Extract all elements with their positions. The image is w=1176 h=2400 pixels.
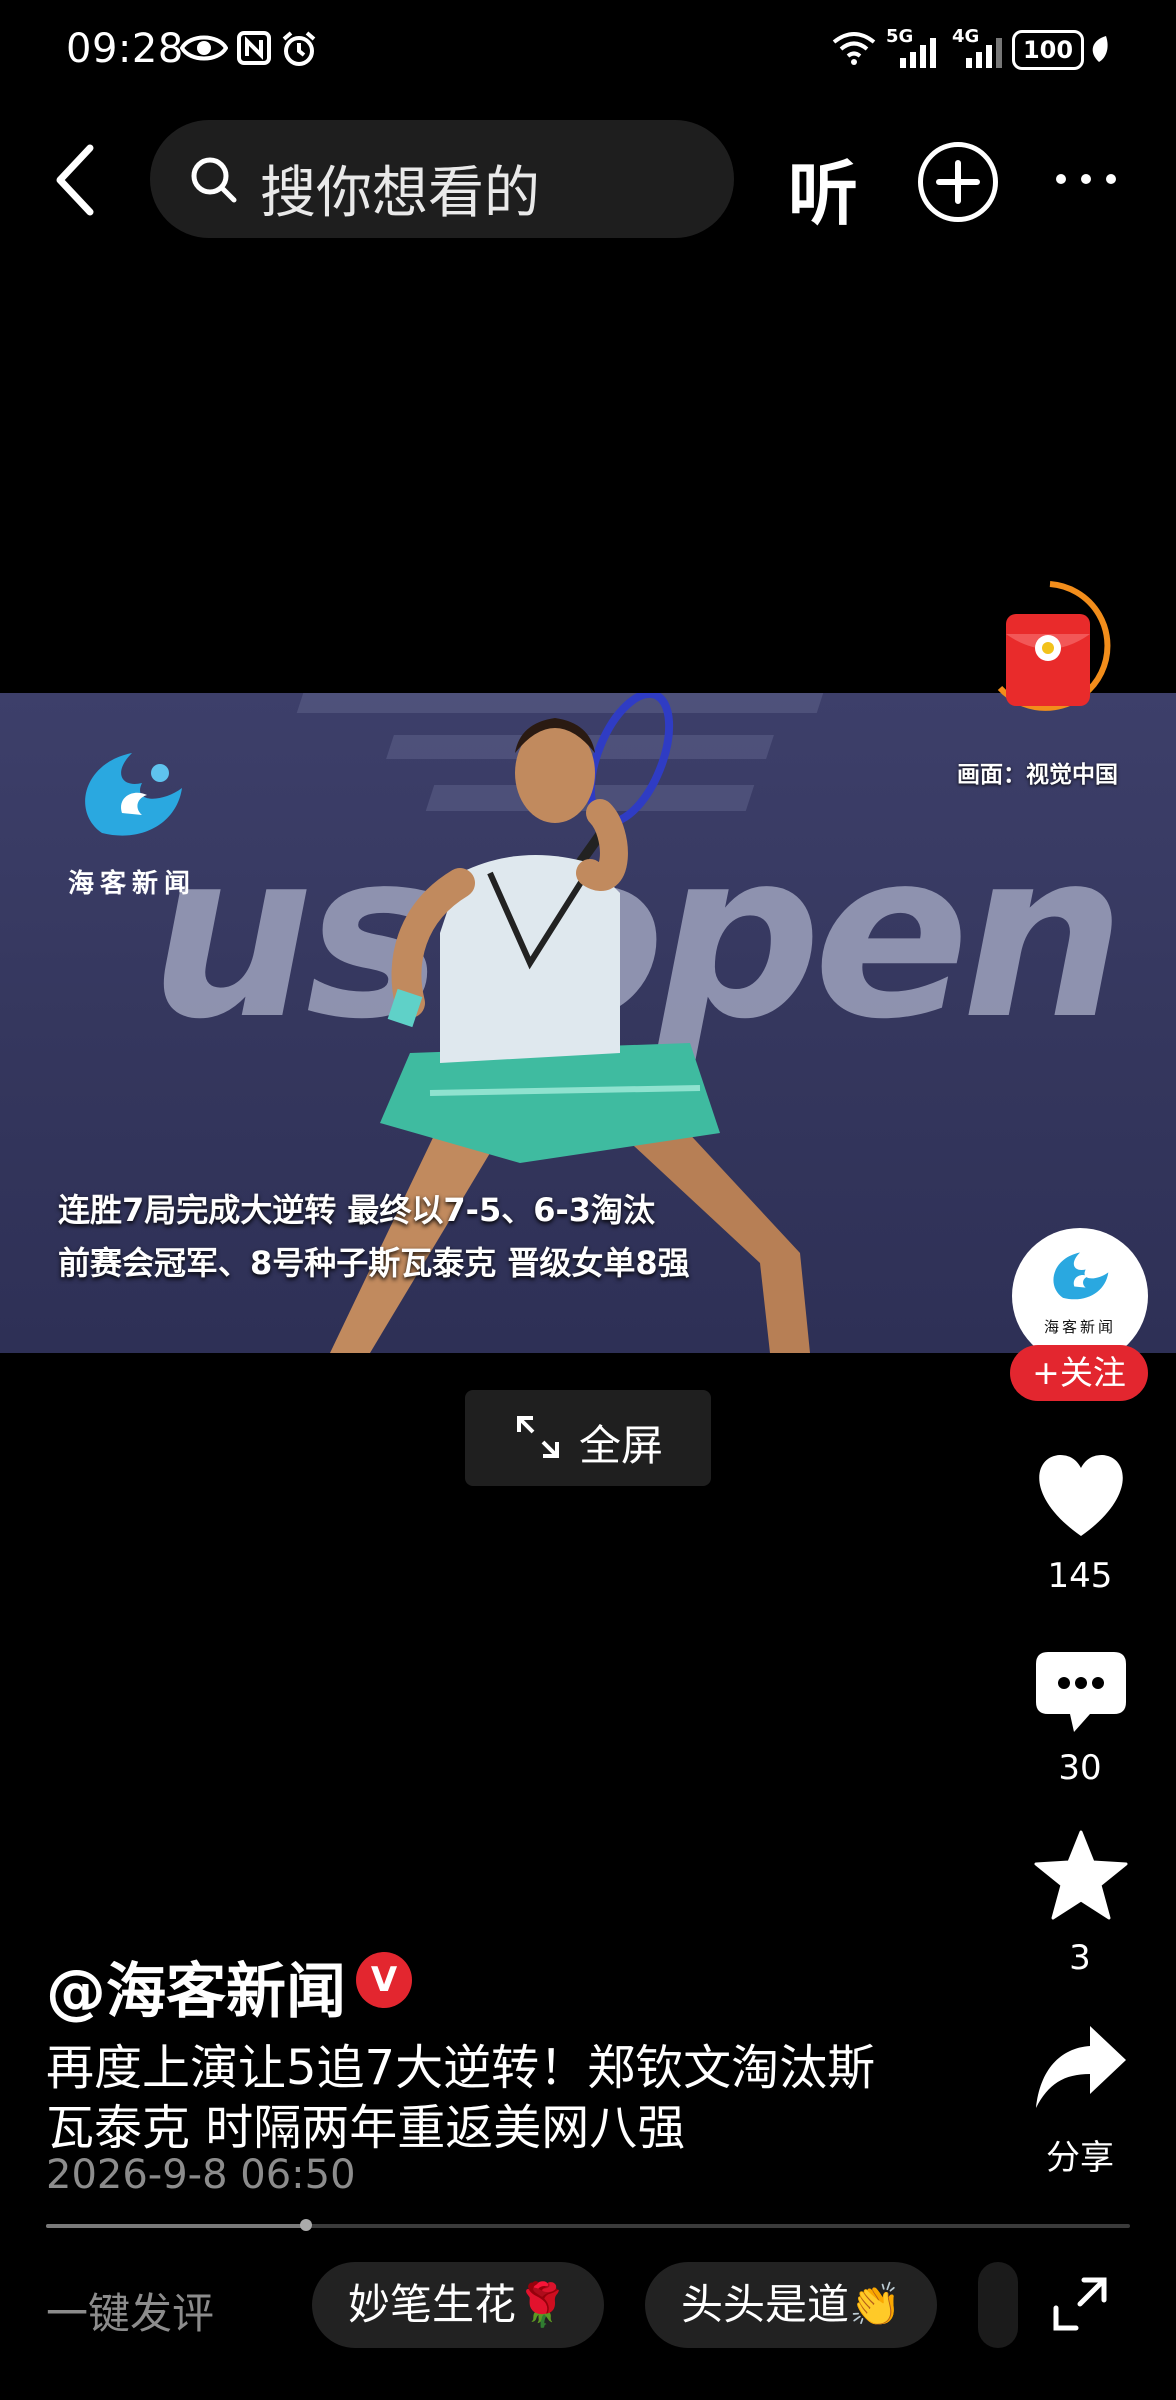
leaf-icon [1092, 36, 1108, 62]
wifi-icon [832, 32, 876, 65]
avatar-text: 海客新闻 [1043, 1318, 1116, 1336]
avatar-logo-icon [1053, 1252, 1109, 1300]
add-button[interactable] [918, 142, 998, 222]
image-credit: 画面：视觉中国 [957, 762, 1118, 788]
back-button[interactable] [50, 140, 110, 220]
favorite-star-icon[interactable] [1034, 1830, 1128, 1920]
signal-4g-icon: 4G [952, 26, 1008, 68]
follow-button[interactable]: +关注 [1010, 1345, 1148, 1401]
author-avatar[interactable]: 海客新闻 [1012, 1228, 1148, 1364]
red-packet-button[interactable] [990, 578, 1130, 728]
share-arrow-icon[interactable] [1034, 2024, 1128, 2110]
fullscreen-button[interactable]: 全屏 [465, 1390, 711, 1486]
expand-icon[interactable] [1050, 2274, 1110, 2334]
nfc-icon [237, 31, 271, 65]
post-title-line-2: 瓦泰克 时隔两年重返美网八强 [46, 2100, 686, 2156]
favorite-count: 3 [1069, 1938, 1091, 1978]
more-button[interactable] [1054, 172, 1118, 186]
quick-comment-label: 一键发评 [46, 2289, 215, 2338]
comment-chip-partial[interactable] [978, 2262, 1018, 2348]
haike-news-logo [85, 753, 182, 836]
video-progress-fill [46, 2224, 307, 2228]
status-time: 09:28 [66, 26, 184, 72]
share-label: 分享 [1046, 2138, 1114, 2178]
comment-count: 30 [1058, 1748, 1102, 1788]
signal-5g-icon: 5G [886, 26, 942, 68]
search-placeholder: 搜你想看的 [260, 161, 540, 226]
alarm-icon [282, 31, 316, 66]
video-caption-line-2: 前赛会冠军、8号种子斯瓦泰克 晋级女单8强 [58, 1244, 690, 1282]
red-packet-icon [997, 581, 1111, 711]
verified-badge: V [356, 1952, 412, 2008]
post-timestamp: 2026-9-8 06:50 [46, 2152, 356, 2198]
video-caption-line-1: 连胜7局完成大逆转 最终以7-5、6-3淘汰 [58, 1191, 656, 1229]
comment-chip[interactable]: 妙笔生花🌹 [312, 2262, 605, 2348]
comment-chip[interactable]: 头头是道👏 [645, 2262, 938, 2348]
logo-text: 海客新闻 [68, 869, 197, 899]
like-heart-icon[interactable] [1034, 1452, 1128, 1538]
video-progress-thumb[interactable] [300, 2219, 313, 2231]
expand-arrows-icon [517, 1416, 559, 1458]
author-name[interactable]: @海客新闻 [46, 1943, 346, 2030]
search-icon [191, 157, 237, 203]
battery-indicator: 100 [1012, 30, 1084, 70]
comment-icon[interactable] [1034, 1650, 1128, 1736]
eye-icon [180, 35, 228, 61]
video-player[interactable]: us open 海客新闻 连胜7局完成大逆转 最终以7-5、6-3淘汰 前赛会冠… [0, 693, 1176, 1353]
fullscreen-label: 全屏 [579, 1421, 664, 1470]
search-box[interactable]: 搜你想看的 [150, 120, 734, 238]
like-count: 145 [1047, 1556, 1113, 1596]
plus-icon [936, 160, 980, 204]
listen-button[interactable]: 听 [788, 138, 858, 239]
